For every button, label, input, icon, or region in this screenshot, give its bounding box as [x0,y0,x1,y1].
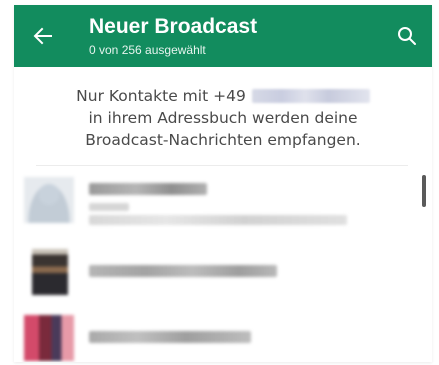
redacted-phone-number [251,89,370,103]
info-line-1: Nur Kontakte mit +49 [14,85,432,107]
back-button[interactable] [26,19,60,53]
redacted-contact-status [89,215,347,225]
search-icon [398,27,416,45]
search-button[interactable] [390,19,424,53]
redacted-contact-name [89,331,251,343]
avatar [32,249,68,295]
divider [36,165,408,166]
broadcast-info: Nur Kontakte mit +49 in ihrem Adressbuch… [14,85,432,151]
info-line-2: in ihrem Adressbuch werden deine [88,109,358,127]
avatar [24,177,74,223]
scrollbar-thumb[interactable] [422,175,426,207]
redacted-contact-name [89,183,207,195]
selection-count: 0 von 256 ausgewählt [89,43,206,57]
redacted-contact-name [89,265,277,277]
contact-list-item[interactable] [14,173,432,233]
contact-list-item[interactable] [14,309,432,362]
avatar [24,315,74,361]
arrow-left-icon [33,27,52,45]
redacted-contact-status [89,203,129,211]
info-line-3: Broadcast-Nachrichten empfangen. [85,131,361,149]
info-phone-prefix: Nur Kontakte mit +49 [76,87,246,105]
broadcast-screen: Neuer Broadcast 0 von 256 ausgewählt Nur… [14,5,432,362]
contact-list-item[interactable] [14,243,432,303]
app-toolbar: Neuer Broadcast 0 von 256 ausgewählt [14,5,432,67]
page-title: Neuer Broadcast [89,15,258,38]
